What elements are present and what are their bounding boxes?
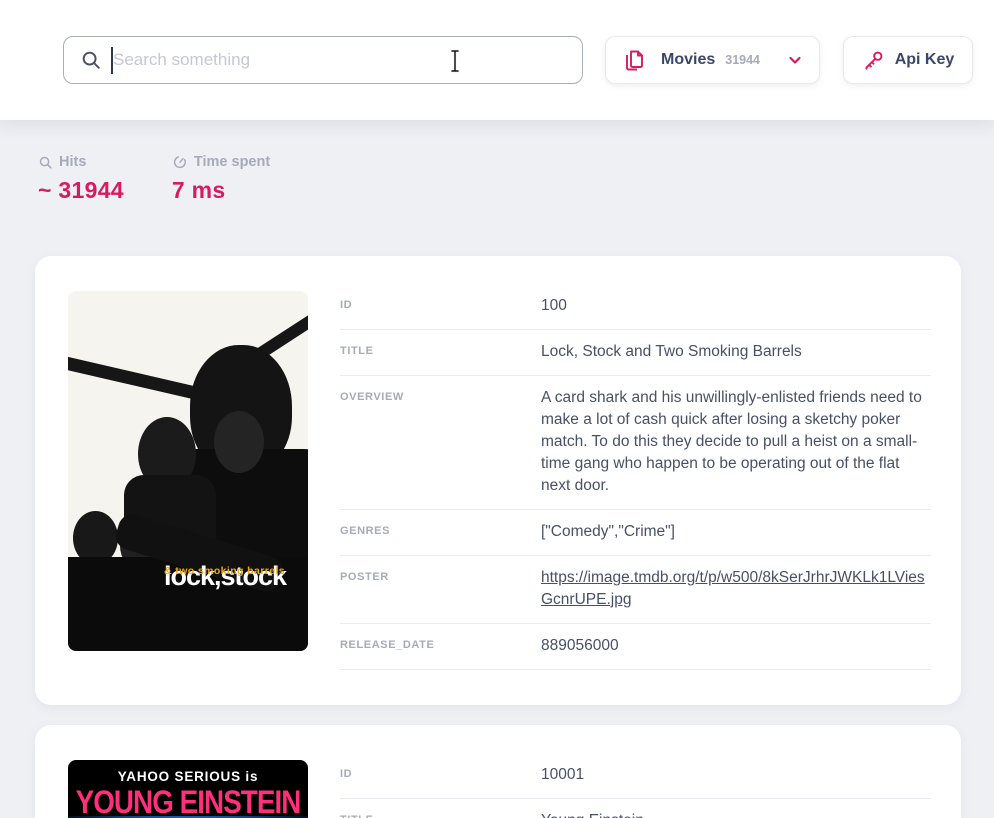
top-bar: Movies 31944 Api Key bbox=[0, 0, 994, 120]
search-icon bbox=[80, 49, 102, 71]
field-label: GENRES bbox=[340, 521, 541, 543]
field-label: OVERVIEW bbox=[340, 387, 541, 497]
result-card: YAHOO SERIOUS is YOUNG EINSTEIN ID 10001… bbox=[35, 725, 961, 818]
field-label: RELEASE_DATE bbox=[340, 635, 541, 657]
search-input[interactable] bbox=[113, 50, 553, 70]
field-label: TITLE bbox=[340, 341, 541, 363]
field-row-release-date: RELEASE_DATE 889056000 bbox=[340, 624, 931, 670]
document-fields: ID 100 TITLE Lock, Stock and Two Smoking… bbox=[340, 291, 931, 670]
field-row-overview: OVERVIEW A card shark and his unwillingl… bbox=[340, 376, 931, 510]
field-value: 10001 bbox=[541, 764, 931, 786]
key-icon bbox=[862, 49, 885, 72]
index-doc-count: 31944 bbox=[725, 53, 760, 67]
stopwatch-icon bbox=[172, 154, 188, 170]
search-input-wrapper[interactable] bbox=[63, 36, 583, 84]
field-value: Young Einstein bbox=[541, 810, 931, 818]
result-card: lock,stock & two smoking barrels ID 100 … bbox=[35, 256, 961, 705]
meilisearch-dashboard: { "colors": { "accent": "#d81b60", "text… bbox=[0, 0, 994, 818]
api-key-button[interactable]: Api Key bbox=[843, 36, 973, 84]
field-row-poster-url: POSTER https://image.tmdb.org/t/p/w500/8… bbox=[340, 556, 931, 624]
field-value: Lock, Stock and Two Smoking Barrels bbox=[541, 341, 931, 363]
poster-subtitle-text: & two smoking barrels bbox=[164, 565, 285, 577]
field-value: A card shark and his unwillingly-enliste… bbox=[541, 387, 931, 497]
field-label: ID bbox=[340, 295, 541, 317]
movie-poster-young-einstein: YAHOO SERIOUS is YOUNG EINSTEIN bbox=[68, 760, 308, 818]
field-value: 889056000 bbox=[541, 635, 931, 657]
document-fields: ID 10001 TITLE Young Einstein OVERVIEW A… bbox=[340, 760, 931, 818]
time-spent-label: Time spent bbox=[194, 154, 270, 170]
field-row-id: ID 10001 bbox=[340, 760, 931, 799]
hits-stat: Hits ~ 31944 bbox=[38, 154, 124, 204]
magnifier-icon bbox=[38, 155, 53, 170]
index-selector-button[interactable]: Movies 31944 bbox=[605, 36, 820, 84]
time-spent-stat: Time spent 7 ms bbox=[172, 154, 270, 204]
documents-icon bbox=[622, 48, 647, 73]
movie-poster-lock-stock: lock,stock & two smoking barrels bbox=[68, 291, 308, 651]
field-row-id: ID 100 bbox=[340, 291, 931, 330]
time-spent-value: 7 ms bbox=[172, 177, 270, 204]
results-area: Hits ~ 31944 Time spent 7 ms lock,stock bbox=[0, 154, 994, 818]
field-value: 100 bbox=[541, 295, 931, 317]
index-name: Movies bbox=[661, 51, 715, 69]
field-label: TITLE bbox=[340, 810, 541, 818]
poster-tagline-text: YAHOO SERIOUS is bbox=[68, 760, 308, 784]
field-row-title: TITLE Young Einstein bbox=[340, 799, 931, 818]
text-caret bbox=[111, 47, 113, 74]
poster-title-text: YOUNG EINSTEIN bbox=[73, 785, 303, 818]
hits-label: Hits bbox=[59, 154, 86, 170]
chevron-down-icon bbox=[787, 52, 803, 68]
field-label: POSTER bbox=[340, 567, 541, 611]
hits-value: ~ 31944 bbox=[38, 177, 124, 204]
api-key-label: Api Key bbox=[895, 51, 955, 69]
search-stats: Hits ~ 31944 Time spent 7 ms bbox=[38, 154, 961, 204]
poster-url-link[interactable]: https://image.tmdb.org/t/p/w500/8kSerJrh… bbox=[541, 569, 925, 608]
field-row-genres: GENRES ["Comedy","Crime"] bbox=[340, 510, 931, 556]
field-label: ID bbox=[340, 764, 541, 786]
field-row-title: TITLE Lock, Stock and Two Smoking Barrel… bbox=[340, 330, 931, 376]
field-value: ["Comedy","Crime"] bbox=[541, 521, 931, 543]
